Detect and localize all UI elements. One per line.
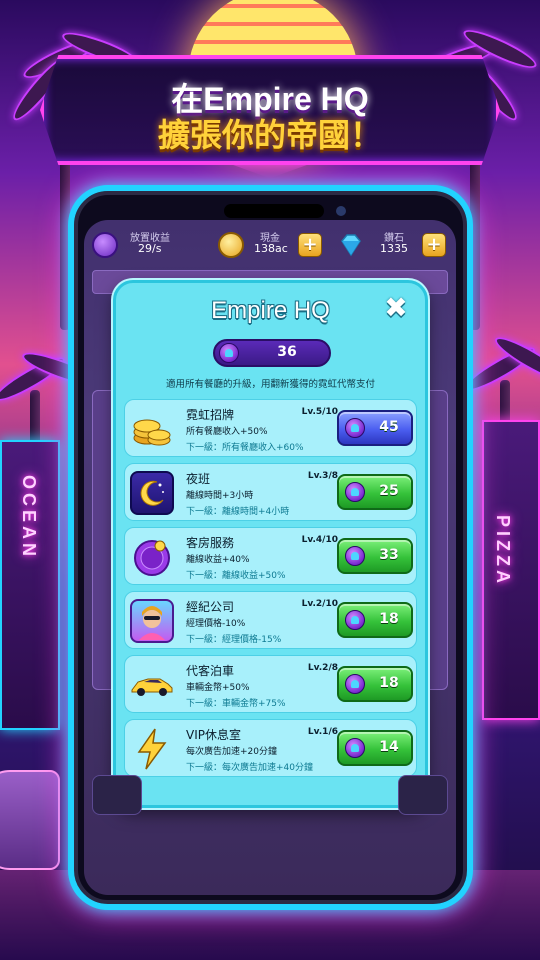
upgrade-next-level: 下一級：車輛金幣+75%: [186, 699, 286, 709]
add-gems-button[interactable]: +: [422, 233, 446, 257]
buy-upgrade-button[interactable]: 18: [337, 666, 413, 702]
neon-token-balance-value: 36: [277, 344, 297, 360]
upgrade-hint-text: 適用所有餐廳的升級，用翻新獲得的霓虹代幣支付: [165, 379, 375, 390]
neon-token-balance: 36: [213, 339, 331, 367]
upgrade-level: Lv.2/8: [307, 663, 338, 673]
room-service-icon: [130, 535, 174, 579]
cash-value: 138ac: [254, 242, 288, 255]
gold-coin-icon: [218, 232, 244, 258]
upgrade-next-level: 下一級：離線收益+50%: [186, 571, 286, 581]
clock-coin-icon: [92, 232, 118, 258]
idle-income-value: 29/s: [138, 242, 162, 255]
upgrade-level: Lv.4/10: [301, 535, 338, 545]
upgrade-name: 客房服務: [186, 536, 235, 550]
ocean-neon-sign: OCEAN: [19, 475, 39, 561]
pink-car: [0, 770, 60, 870]
gold-coins-icon: [130, 407, 174, 451]
upgrade-next-level: 下一級：離線時間+4小時: [186, 507, 290, 517]
upgrade-level: Lv.1/6: [307, 727, 338, 737]
phone-camera: [336, 206, 346, 216]
phone-notch: [224, 204, 324, 218]
upgrade-card-agency: 經紀公司 Lv.2/10 經理價格-10% 下一級：經理價格-15% 18: [124, 591, 417, 649]
neon-token-icon: [345, 482, 365, 502]
neon-token-icon: [345, 610, 365, 630]
upgrade-price: 18: [379, 611, 399, 627]
upgrade-price: 14: [379, 739, 399, 755]
upgrade-card-vip-lounge: VIP休息室 Lv.1/6 每次廣告加速+20分鐘 下一級：每次廣告加速+40分…: [124, 719, 417, 777]
upgrade-effect: 所有餐廳收入+50%: [186, 427, 268, 437]
upgrade-next-level: 下一級：經理價格-15%: [186, 635, 282, 645]
upgrade-price: 18: [379, 675, 399, 691]
idle-income-stat: 放置收益 29/s: [92, 224, 202, 264]
sports-car-icon: [130, 663, 174, 707]
buy-upgrade-button[interactable]: 18: [337, 602, 413, 638]
empire-hq-modal: Empire HQ ✖ 36 適用所有餐廳的升級，用翻新獲得的霓虹代幣支付 霓虹…: [113, 280, 428, 808]
upgrade-level: Lv.5/10: [301, 407, 338, 417]
neon-token-icon: [345, 418, 365, 438]
close-button[interactable]: ✖: [381, 293, 411, 323]
upgrade-next-level: 下一級：每次廣告加速+40分鐘: [186, 763, 313, 773]
neon-token-icon: [345, 738, 365, 758]
upgrade-name: 經紀公司: [186, 600, 235, 614]
buy-upgrade-button[interactable]: 33: [337, 538, 413, 574]
upgrade-name: 霓虹招牌: [186, 408, 235, 422]
upgrade-price: 33: [379, 547, 399, 563]
manager-portrait-icon: [130, 599, 174, 643]
upgrade-name: VIP休息室: [186, 728, 241, 742]
upgrade-card-night-shift: 夜班 Lv.3/8 離線時間+3小時 下一級：離線時間+4小時 25: [124, 463, 417, 521]
gems-value: 1335: [380, 242, 408, 255]
neon-token-icon: [219, 343, 239, 363]
buy-upgrade-button[interactable]: 45: [337, 410, 413, 446]
upgrade-price: 25: [379, 483, 399, 499]
upgrade-card-neon-sign: 霓虹招牌 Lv.5/10 所有餐廳收入+50% 下一級：所有餐廳收入+60% 4…: [124, 399, 417, 457]
upgrade-level: Lv.3/8: [307, 471, 338, 481]
upgrade-effect: 經理價格-10%: [186, 619, 246, 629]
upgrade-effect: 離線時間+3小時: [186, 491, 254, 501]
upgrade-effect: 每次廣告加速+20分鐘: [186, 747, 277, 757]
upgrade-next-level: 下一級：所有餐廳收入+60%: [186, 443, 304, 453]
buy-upgrade-button[interactable]: 25: [337, 474, 413, 510]
upgrade-card-room-service: 客房服務 Lv.4/10 離線收益+40% 下一級：離線收益+50% 33: [124, 527, 417, 585]
neon-token-icon: [345, 674, 365, 694]
bottom-nav-bar: [92, 775, 448, 815]
nav-slot-1[interactable]: [92, 775, 142, 815]
moon-icon: [130, 471, 174, 515]
buy-upgrade-button[interactable]: 14: [337, 730, 413, 766]
modal-title: Empire HQ: [211, 297, 330, 324]
upgrade-effect: 離線收益+40%: [186, 555, 250, 565]
upgrade-effect: 車輛金幣+50%: [186, 683, 250, 693]
upgrade-level: Lv.2/10: [301, 599, 338, 609]
upgrade-name: 代客泊車: [186, 664, 235, 678]
upgrade-price: 45: [379, 419, 399, 435]
neon-token-icon: [345, 546, 365, 566]
upgrade-name: 夜班: [186, 472, 211, 486]
diamond-icon: [341, 234, 361, 257]
lightning-icon: [130, 727, 174, 771]
top-hud: 放置收益 29/s 現金 138ac + 鑽石 1335 +: [84, 224, 456, 264]
upgrade-card-valet-parking: 代客泊車 Lv.2/8 車輛金幣+50% 下一級：車輛金幣+75% 18: [124, 655, 417, 713]
pizza-neon-sign: PIZZA: [493, 515, 513, 587]
banner-title-line2: 擴張你的帝國！: [157, 117, 382, 153]
nav-slot-5[interactable]: [398, 775, 448, 815]
add-cash-button[interactable]: +: [298, 233, 322, 257]
